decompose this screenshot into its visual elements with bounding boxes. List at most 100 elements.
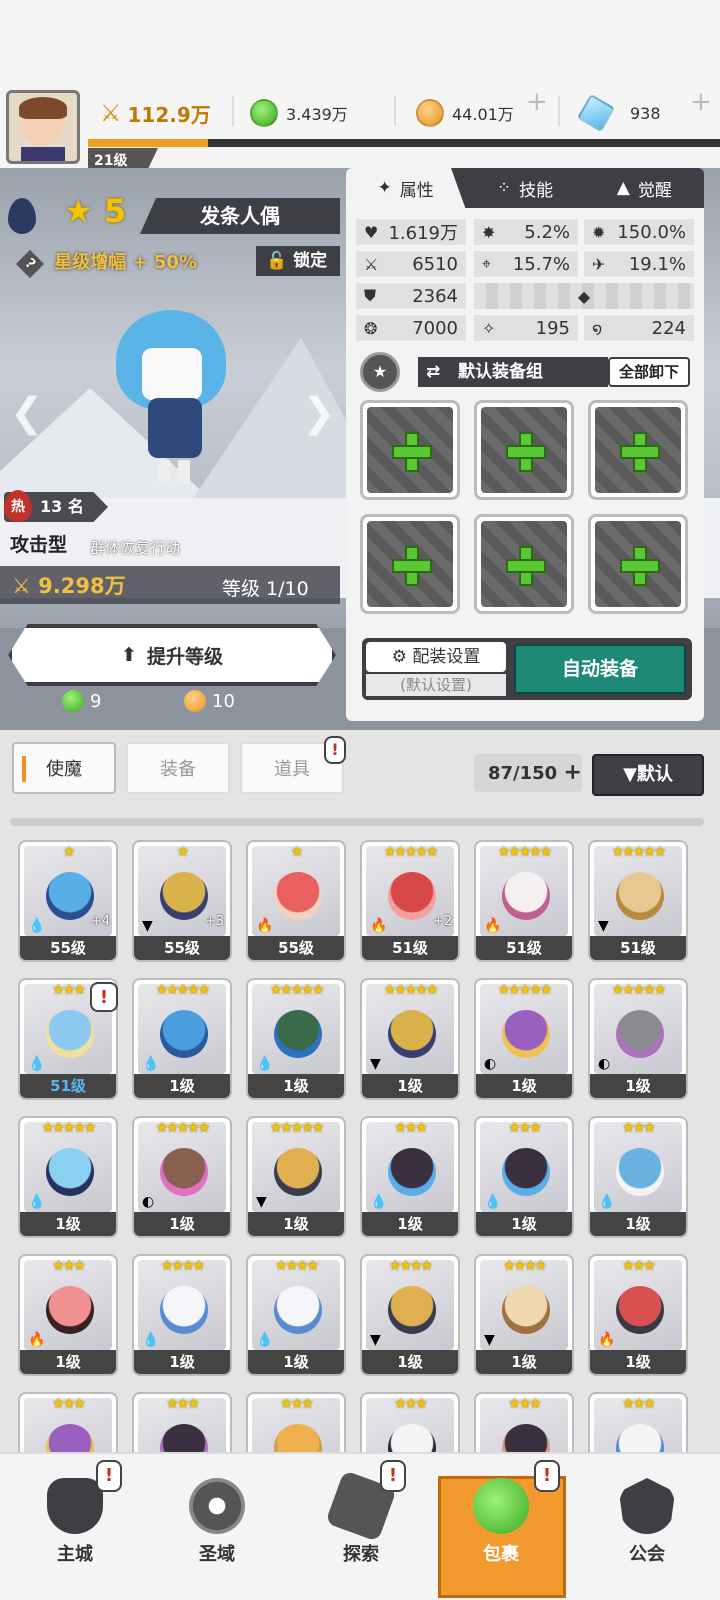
element-icon: ▼	[598, 918, 609, 934]
familiar-card[interactable]: ★★★	[474, 1392, 574, 1452]
loadout-settings-label: 配装设置	[412, 647, 481, 667]
loadout-settings-button[interactable]: ⚙ 配装设置	[366, 642, 506, 672]
familiar-card[interactable]: ★★★	[360, 1392, 460, 1452]
hot-rank-text: 13 名	[40, 497, 84, 516]
nav-guild[interactable]: 公会	[592, 1470, 702, 1590]
familiar-card[interactable]: ★★★★★ ◐ 1级	[474, 978, 574, 1100]
familiar-level: 1级	[476, 1074, 572, 1098]
familiar-card[interactable]: ★★★★ ▼ 1级	[474, 1254, 574, 1376]
add-gold-icon[interactable]: +	[526, 89, 556, 120]
familiar-card[interactable]: ★★★ 🔥 1级	[588, 1254, 688, 1376]
hero-name: 发条人偶	[140, 198, 340, 234]
familiar-stars: ★★★	[394, 1120, 428, 1136]
swirl-icon: ❂	[364, 318, 378, 338]
element-icon: 🔥	[484, 918, 502, 934]
add-diamond-icon[interactable]: +	[690, 89, 720, 120]
tab-attributes[interactable]: ✦ 属性	[346, 168, 466, 208]
familiar-stars: ★★★	[394, 1396, 428, 1412]
stat-speed: ✈ 19.1%	[584, 251, 694, 277]
familiar-card[interactable]: ★★★★★ 💧 1级	[132, 978, 232, 1100]
hero-type: 攻击型	[10, 534, 68, 556]
familiar-card[interactable]: ★ 🔥 55级	[246, 840, 346, 962]
familiar-level: 1级	[248, 1350, 344, 1374]
familiar-stars: ★★★	[622, 1120, 656, 1136]
familiar-card[interactable]: ★★★	[588, 1392, 688, 1452]
familiar-card[interactable]: ★★★	[132, 1392, 232, 1452]
tab-skills[interactable]: ⁘ 技能	[465, 168, 584, 208]
familiar-level: 1级	[476, 1212, 572, 1236]
diamond-value: 938	[630, 103, 661, 123]
familiar-level: 55级	[248, 936, 344, 960]
hero-stars: ★ 5	[64, 192, 127, 230]
equip-slot-necklace[interactable]	[474, 514, 574, 614]
lock-button[interactable]: 🔓 锁定	[256, 246, 340, 276]
question-icon[interactable]: ?	[15, 249, 45, 279]
familiar-card[interactable]: ★★★★ ▼ 1级	[360, 1254, 460, 1376]
tab-familiars[interactable]: 使魔	[12, 742, 116, 794]
prev-hero-arrow[interactable]: ❮	[10, 390, 44, 436]
familiar-card[interactable]: ★★★★ 💧 1级	[246, 1254, 346, 1376]
equip-group-selector[interactable]: ⇄ 默认装备组	[418, 357, 608, 387]
familiar-face	[46, 1148, 94, 1196]
familiar-stars: ★★★★★	[155, 1120, 211, 1136]
player-avatar[interactable]	[6, 90, 80, 164]
castle-icon	[47, 1478, 103, 1534]
guild-crest-icon	[619, 1478, 675, 1534]
equip-slot-armor[interactable]	[588, 400, 688, 500]
familiar-card[interactable]: ★★★★★ ▼ 51级	[588, 840, 688, 962]
familiar-card[interactable]: ★★★★★ 💧 1级	[246, 978, 346, 1100]
familiar-face	[502, 1424, 550, 1452]
familiar-card[interactable]: ★★★ 💧 1级	[588, 1116, 688, 1238]
familiar-card[interactable]: ★★★	[18, 1392, 118, 1452]
stat-magic-value: 7000	[412, 317, 458, 339]
gear-icon: ⚙	[391, 647, 407, 667]
familiar-stars: ★★★	[166, 1396, 200, 1412]
familiar-level: 1级	[20, 1350, 116, 1374]
familiar-face	[616, 1424, 664, 1452]
items-alert-icon: !	[324, 736, 346, 764]
element-icon: 💧	[142, 1056, 160, 1072]
stat-hp: ♥ 1.619万	[356, 219, 466, 245]
tab-awaken[interactable]: ▲ 觉醒	[585, 168, 704, 208]
familiar-stars: ★★★★★	[611, 844, 667, 860]
equip-slot-gloves[interactable]	[588, 514, 688, 614]
stat-atk-value: 6510	[412, 253, 458, 275]
awaken-icon: ▲	[616, 178, 630, 198]
familiar-face	[46, 872, 94, 920]
familiar-stars: ★	[176, 844, 190, 860]
familiar-card[interactable]: ★★★ 💧 1级	[360, 1116, 460, 1238]
familiar-card[interactable]: ★★★ 🔥 1级	[18, 1254, 118, 1376]
upgrade-level-button[interactable]: ⬆ 提升等级	[8, 624, 336, 686]
familiar-card[interactable]: ★★★★★ ◐ 1级	[588, 978, 688, 1100]
familiar-card[interactable]: ★★★★ 💧 1级	[132, 1254, 232, 1376]
equip-slot-belt[interactable]	[360, 514, 460, 614]
familiar-level: 1级	[590, 1074, 686, 1098]
auto-equip-button[interactable]: 自动装备	[514, 644, 686, 694]
familiar-stars: ★★★	[622, 1396, 656, 1412]
add-icon	[392, 432, 432, 472]
nav-main-city-label: 主城	[57, 1544, 93, 1565]
familiar-card[interactable]: ★★★ 💧 1级	[474, 1116, 574, 1238]
familiar-card[interactable]: ★ ▼ +3 55级	[132, 840, 232, 962]
familiar-stars: ★★★★★	[383, 844, 439, 860]
nav-sanctuary[interactable]: 圣域	[162, 1470, 272, 1590]
familiar-card[interactable]: ★★★★★ 🔥 51级	[474, 840, 574, 962]
divider	[558, 96, 560, 126]
next-hero-arrow[interactable]: ❯	[302, 390, 336, 436]
equip-slot-weapon[interactable]	[360, 400, 460, 500]
familiar-card[interactable]: ★ 💧 +4 55级	[18, 840, 118, 962]
familiar-card[interactable]: ★★★★★ 🔥 +2 51级	[360, 840, 460, 962]
capacity-display[interactable]: 87/150 +	[474, 754, 582, 792]
familiar-card[interactable]: ★★★★★ ▼ 1级	[246, 1116, 346, 1238]
familiar-card[interactable]: ★★★★★ ▼ 1级	[360, 978, 460, 1100]
sort-dropdown[interactable]: ▼默认	[592, 754, 704, 796]
tab-equipment[interactable]: 装备	[126, 742, 230, 794]
familiar-card[interactable]: ★★★★★ ◐ 1级	[132, 1116, 232, 1238]
familiar-card[interactable]: ★★★★★ 💧 1级	[18, 1116, 118, 1238]
familiar-card[interactable]: ★★★	[246, 1392, 346, 1452]
warning-icon[interactable]: ◆	[578, 287, 590, 306]
add-icon	[620, 432, 660, 472]
tab-familiars-label: 使魔	[46, 759, 82, 780]
unequip-all-button[interactable]: 全部卸下	[608, 357, 690, 387]
equip-slot-helmet[interactable]	[474, 400, 574, 500]
